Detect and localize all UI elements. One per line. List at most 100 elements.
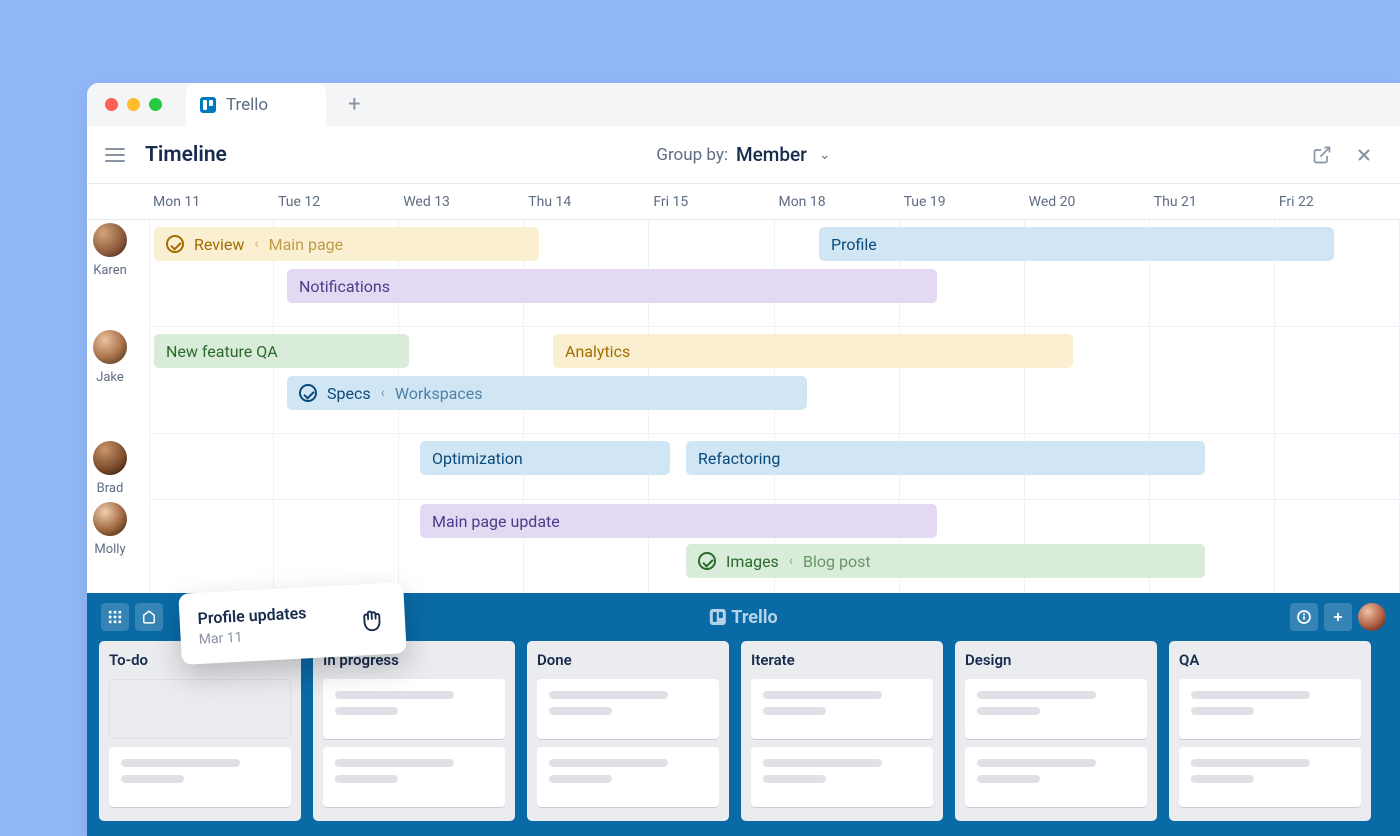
task-sublabel: Main page xyxy=(269,235,344,254)
list-title: QA xyxy=(1179,651,1361,669)
task-label: Images xyxy=(726,552,779,571)
task-label: Analytics xyxy=(565,342,630,361)
timeline-row-jake: Jake New feature QA Analytics Specs ‹ Wo… xyxy=(149,327,1400,434)
task-label: Refactoring xyxy=(698,449,780,468)
date-col: Thu 14 xyxy=(524,184,649,219)
date-col: Fri 22 xyxy=(1275,184,1400,219)
task-label: Review xyxy=(194,235,244,254)
avatar[interactable] xyxy=(93,502,127,536)
new-tab-button[interactable]: + xyxy=(348,92,360,117)
group-by-selector[interactable]: Group by: Member ⌄ xyxy=(656,143,830,166)
card[interactable] xyxy=(537,679,719,739)
task-bar-newfeature[interactable]: New feature QA xyxy=(154,334,409,368)
info-button[interactable] xyxy=(1290,603,1318,631)
task-sublabel: Blog post xyxy=(803,552,871,571)
date-col: Fri 15 xyxy=(649,184,774,219)
home-button[interactable] xyxy=(135,603,163,631)
avatar[interactable] xyxy=(93,330,127,364)
separator: ‹ xyxy=(789,553,793,569)
task-label: New feature QA xyxy=(166,342,278,361)
dragging-card[interactable]: Profile updates Mar 11 xyxy=(178,582,406,665)
tab-title: Trello xyxy=(226,95,268,115)
task-bar-refactoring[interactable]: Refactoring xyxy=(686,441,1205,475)
date-col: Tue 12 xyxy=(274,184,399,219)
date-col: Wed 13 xyxy=(399,184,524,219)
add-button[interactable] xyxy=(1324,603,1352,631)
member-name: Molly xyxy=(87,542,149,557)
list-iterate[interactable]: Iterate xyxy=(741,641,943,821)
close-icon[interactable] xyxy=(1354,145,1374,165)
task-bar-images[interactable]: Images ‹ Blog post xyxy=(686,544,1205,578)
window-minimize[interactable] xyxy=(127,98,140,111)
task-sublabel: Workspaces xyxy=(395,384,483,403)
check-icon xyxy=(299,384,317,402)
list-title: Done xyxy=(537,651,719,669)
card[interactable] xyxy=(1179,747,1361,807)
task-bar-analytics[interactable]: Analytics xyxy=(553,334,1073,368)
list-title: Iterate xyxy=(751,651,933,669)
card[interactable] xyxy=(751,747,933,807)
list-inprogress[interactable]: In progress xyxy=(313,641,515,821)
task-bar-review[interactable]: Review ‹ Main page xyxy=(154,227,539,261)
page-title: Timeline xyxy=(145,143,227,167)
date-header: Mon 11 Tue 12 Wed 13 Thu 14 Fri 15 Mon 1… xyxy=(87,184,1400,220)
dragging-card-title: Profile updates xyxy=(197,603,307,628)
task-label: Optimization xyxy=(432,449,523,468)
task-label: Main page update xyxy=(432,512,560,531)
member-name: Karen xyxy=(87,263,149,278)
group-by-value: Member xyxy=(736,143,807,166)
user-avatar[interactable] xyxy=(1358,603,1386,631)
member-name: Brad xyxy=(87,481,149,496)
card[interactable] xyxy=(109,747,291,807)
separator: ‹ xyxy=(381,385,385,401)
task-bar-notifications[interactable]: Notifications xyxy=(287,269,937,303)
date-col: Tue 19 xyxy=(900,184,1025,219)
task-label: Specs xyxy=(327,384,371,403)
board-logo: Trello xyxy=(709,607,777,628)
dragging-card-date: Mar 11 xyxy=(198,626,308,648)
window-maximize[interactable] xyxy=(149,98,162,111)
date-col: Mon 18 xyxy=(774,184,899,219)
card[interactable] xyxy=(323,747,505,807)
menu-icon[interactable] xyxy=(105,148,125,162)
trello-icon xyxy=(200,97,216,113)
window-close[interactable] xyxy=(105,98,118,111)
avatar[interactable] xyxy=(93,223,127,257)
date-col: Wed 20 xyxy=(1025,184,1150,219)
task-label: Profile xyxy=(831,235,877,254)
check-icon xyxy=(698,552,716,570)
avatar[interactable] xyxy=(93,441,127,475)
card[interactable] xyxy=(965,679,1147,739)
card[interactable] xyxy=(965,747,1147,807)
task-bar-optimization[interactable]: Optimization xyxy=(420,441,670,475)
task-bar-mainpage[interactable]: Main page update xyxy=(420,504,937,538)
member-name: Jake xyxy=(87,370,149,385)
date-col: Mon 11 xyxy=(149,184,274,219)
task-bar-specs[interactable]: Specs ‹ Workspaces xyxy=(287,376,807,410)
grab-cursor-icon xyxy=(356,604,388,636)
task-bar-profile[interactable]: Profile xyxy=(819,227,1334,261)
list-done[interactable]: Done xyxy=(527,641,729,821)
list-qa[interactable]: QA xyxy=(1169,641,1371,821)
date-col: Thu 21 xyxy=(1150,184,1275,219)
task-label: Notifications xyxy=(299,277,390,296)
separator: ‹ xyxy=(254,236,258,252)
chevron-down-icon: ⌄ xyxy=(819,147,831,163)
timeline-row-karen: Karen Review ‹ Main page Profile Notific… xyxy=(149,220,1400,327)
list-design[interactable]: Design xyxy=(955,641,1157,821)
card-placeholder[interactable] xyxy=(109,679,291,739)
board-logo-text: Trello xyxy=(731,607,777,628)
timeline-row-brad: Brad Optimization Refactoring xyxy=(149,434,1400,500)
trello-icon xyxy=(709,609,725,625)
check-icon xyxy=(166,235,184,253)
group-by-label: Group by: xyxy=(656,145,728,165)
apps-button[interactable] xyxy=(101,603,129,631)
card[interactable] xyxy=(751,679,933,739)
card[interactable] xyxy=(537,747,719,807)
card[interactable] xyxy=(323,679,505,739)
card[interactable] xyxy=(1179,679,1361,739)
open-external-icon[interactable] xyxy=(1312,145,1332,165)
list-todo[interactable]: To-do xyxy=(99,641,301,821)
list-title: Design xyxy=(965,651,1147,669)
browser-tab[interactable]: Trello xyxy=(186,83,326,126)
